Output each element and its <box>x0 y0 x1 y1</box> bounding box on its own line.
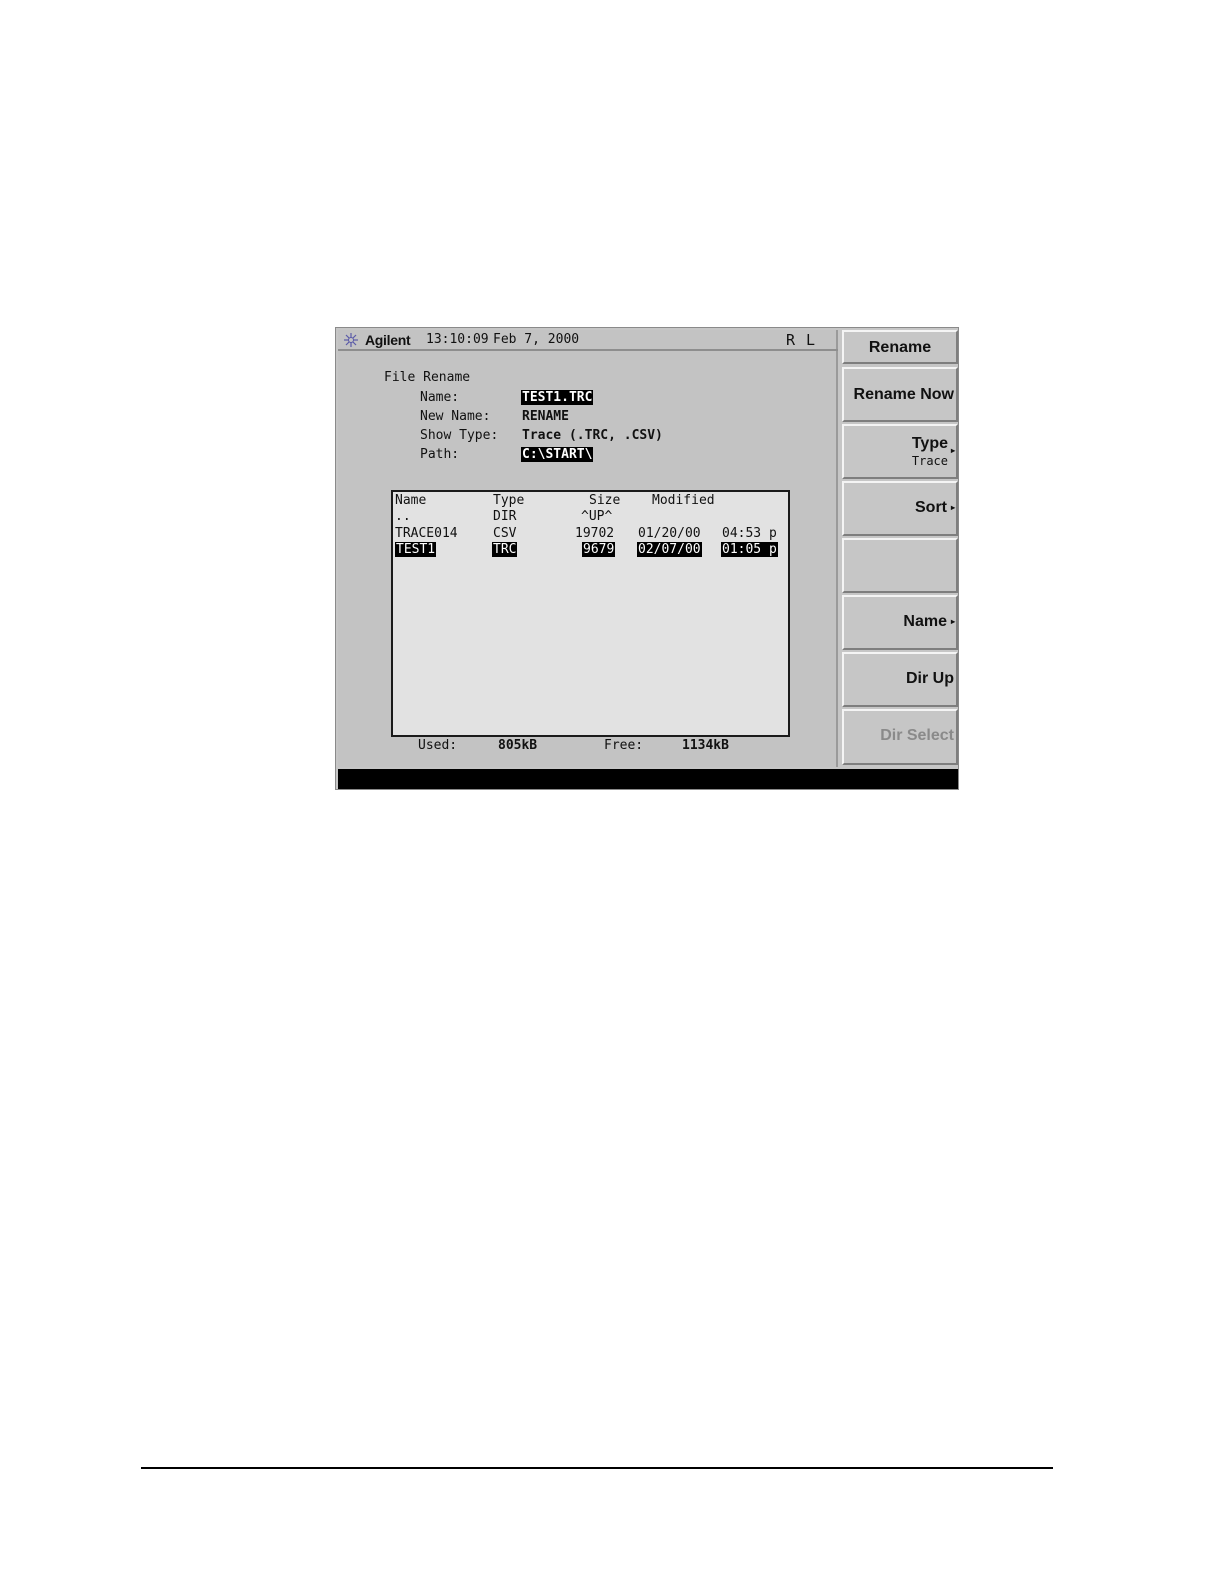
free-value: 1134kB <box>682 738 729 753</box>
file-type: CSV <box>493 526 517 541</box>
dir-up-button[interactable]: Dir Up <box>842 652 958 707</box>
footer-rule <box>141 1467 1053 1469</box>
instrument-screen: Agilent 13:10:09 Feb 7, 2000 R L File Re… <box>335 327 959 790</box>
header-bar: Agilent 13:10:09 Feb 7, 2000 R L <box>338 330 838 351</box>
type-label: Type <box>911 435 948 452</box>
dir-up-label: Dir Up <box>906 670 954 687</box>
menu-title-label: Rename <box>868 339 932 356</box>
column-header-type[interactable]: Type <box>493 493 524 508</box>
sort-label: Sort <box>915 499 947 516</box>
show-type-value: Trace (.TRC, .CSV) <box>522 428 663 443</box>
brand-name: Agilent <box>365 332 411 348</box>
main-panel: Agilent 13:10:09 Feb 7, 2000 R L File Re… <box>338 330 838 767</box>
file-time: 01:05 p <box>721 542 778 557</box>
column-header-name[interactable]: Name <box>395 493 426 508</box>
submenu-arrow-icon: ▸ <box>950 446 955 455</box>
file-name: TEST1 <box>395 542 437 557</box>
submenu-arrow-icon: ▸ <box>950 617 955 626</box>
submenu-arrow-icon: ▸ <box>950 503 955 512</box>
name-value[interactable]: TEST1.TRC <box>521 390 594 405</box>
clock-date: Feb 7, 2000 <box>493 332 580 347</box>
file-name: .. <box>395 509 411 524</box>
file-size: 9679 <box>582 542 616 557</box>
name-button[interactable]: Name ▸ <box>842 595 958 650</box>
sort-button[interactable]: Sort ▸ <box>842 481 958 536</box>
rename-now-button[interactable]: Rename Now <box>842 367 958 422</box>
file-name: TRACE014 <box>395 526 458 541</box>
softkey-menu-title: Rename <box>842 330 958 364</box>
file-type: DIR <box>493 509 517 524</box>
file-size: ^UP^ <box>581 509 613 524</box>
clock-time: 13:10:09 <box>426 332 489 347</box>
new-name-label: New Name: <box>420 409 491 424</box>
name-label: Name: <box>420 390 460 405</box>
column-header-size[interactable]: Size <box>589 493 620 508</box>
type-value: Trace <box>911 454 948 468</box>
softkey-panel: Rename Rename Now Type ▸ Trace Sort ▸ Na… <box>840 328 958 768</box>
show-type-label: Show Type: <box>420 428 499 443</box>
blank-softkey[interactable] <box>842 538 958 593</box>
new-name-value[interactable]: RENAME <box>522 409 569 424</box>
file-size: 19702 <box>575 526 615 541</box>
file-type: TRC <box>492 542 518 557</box>
remote-local-indicator: R L <box>786 331 817 349</box>
dir-select-button[interactable]: Dir Select <box>842 709 958 765</box>
used-value: 805kB <box>498 738 538 753</box>
column-header-modified[interactable]: Modified <box>652 493 715 508</box>
form-title: File Rename <box>384 370 471 385</box>
file-date: 02/07/00 <box>637 542 702 557</box>
path-label: Path: <box>420 447 460 462</box>
file-time: 04:53 p <box>722 526 777 541</box>
free-label: Free: <box>604 738 644 753</box>
used-label: Used: <box>418 738 458 753</box>
status-bar <box>338 769 958 789</box>
type-button[interactable]: Type ▸ Trace <box>842 424 958 479</box>
dir-select-label: Dir Select <box>880 727 954 744</box>
agilent-spark-icon <box>344 333 358 347</box>
file-list[interactable]: Name Type Size Modified .. DIR ^UP^ TRAC… <box>391 490 790 737</box>
file-date: 01/20/00 <box>638 526 701 541</box>
path-value[interactable]: C:\START\ <box>521 447 594 462</box>
rename-now-label: Rename Now <box>853 386 954 403</box>
name-label: Name <box>903 613 947 630</box>
